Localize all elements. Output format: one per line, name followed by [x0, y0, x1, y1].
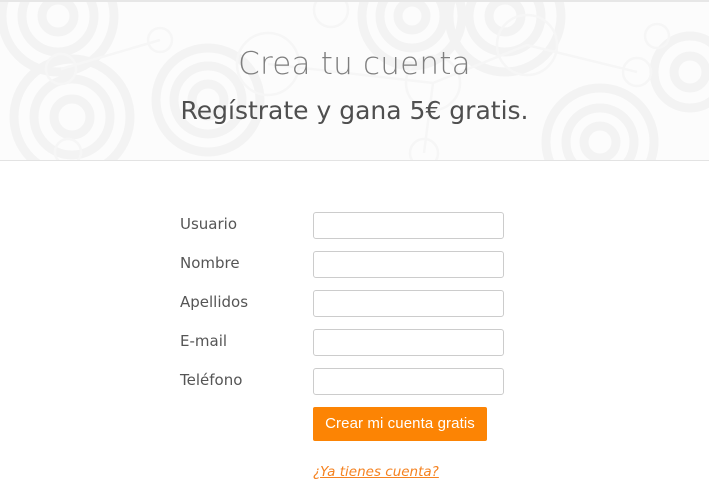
form-row-telefono: Teléfono: [0, 368, 709, 396]
signup-page: Crea tu cuenta Regístrate y gana 5€ grat…: [0, 0, 709, 504]
input-telefono[interactable]: [313, 368, 504, 395]
hero-banner: Crea tu cuenta Regístrate y gana 5€ grat…: [0, 0, 709, 161]
input-usuario[interactable]: [313, 212, 504, 239]
page-title: Crea tu cuenta: [238, 46, 471, 82]
input-nombre[interactable]: [313, 251, 504, 278]
form-row-usuario: Usuario: [0, 212, 709, 240]
already-have-account-link[interactable]: ¿Ya tienes cuenta?: [313, 464, 439, 480]
label-apellidos: Apellidos: [180, 293, 249, 311]
form-row-email: E-mail: [0, 329, 709, 357]
form-row-nombre: Nombre: [0, 251, 709, 279]
hero-text-block: Crea tu cuenta Regístrate y gana 5€ grat…: [0, 2, 709, 125]
label-email: E-mail: [180, 332, 228, 350]
label-nombre: Nombre: [180, 254, 240, 272]
label-usuario: Usuario: [180, 215, 238, 233]
label-telefono: Teléfono: [180, 371, 243, 389]
page-subtitle: Regístrate y gana 5€ gratis.: [180, 96, 529, 126]
signup-form: Usuario Nombre Apellidos E-mail Teléfono…: [0, 161, 709, 504]
input-apellidos[interactable]: [313, 290, 504, 317]
form-row-apellidos: Apellidos: [0, 290, 709, 318]
create-account-button[interactable]: Crear mi cuenta gratis: [313, 407, 487, 441]
input-email[interactable]: [313, 329, 504, 356]
